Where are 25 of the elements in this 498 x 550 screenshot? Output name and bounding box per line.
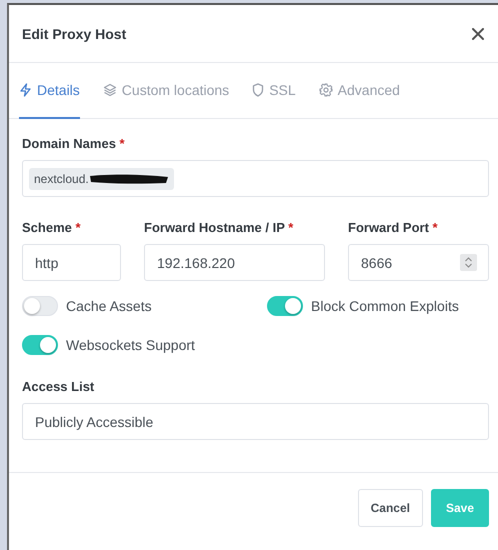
number-field[interactable]: 8666 xyxy=(348,244,489,281)
shield-icon xyxy=(252,83,264,97)
toggle-label: Block Common Exploits xyxy=(311,298,459,314)
settings-icon xyxy=(318,83,333,97)
domain-names-field[interactable]: nextcloud. xyxy=(22,160,489,197)
cancel-button[interactable]: Cancel xyxy=(358,489,423,527)
toggle-switch[interactable] xyxy=(22,335,58,355)
field-label: Scheme * xyxy=(22,220,82,235)
dialog-title: Edit Proxy Host xyxy=(22,26,126,42)
toggle-switch[interactable] xyxy=(267,296,303,316)
field-label: Forward Hostname / IP * xyxy=(144,220,294,235)
layers-icon xyxy=(102,83,117,97)
tab[interactable]: Details xyxy=(19,63,80,119)
lightning-icon xyxy=(19,83,32,97)
select-field[interactable]: Publicly Accessible xyxy=(22,403,489,440)
field-label: Domain Names * xyxy=(22,136,126,151)
toggle-label: Cache Assets xyxy=(66,298,152,314)
domain-tag[interactable]: nextcloud. xyxy=(29,168,174,190)
input-field[interactable]: http xyxy=(22,244,121,281)
input-field[interactable]: 192.168.220 xyxy=(144,244,325,281)
close-icon[interactable] xyxy=(472,28,484,40)
spinner-icon[interactable] xyxy=(460,254,477,271)
field-label: Access List xyxy=(22,379,96,394)
field-label: Forward Port * xyxy=(348,220,439,235)
toggle-label: Websockets Support xyxy=(66,337,195,353)
